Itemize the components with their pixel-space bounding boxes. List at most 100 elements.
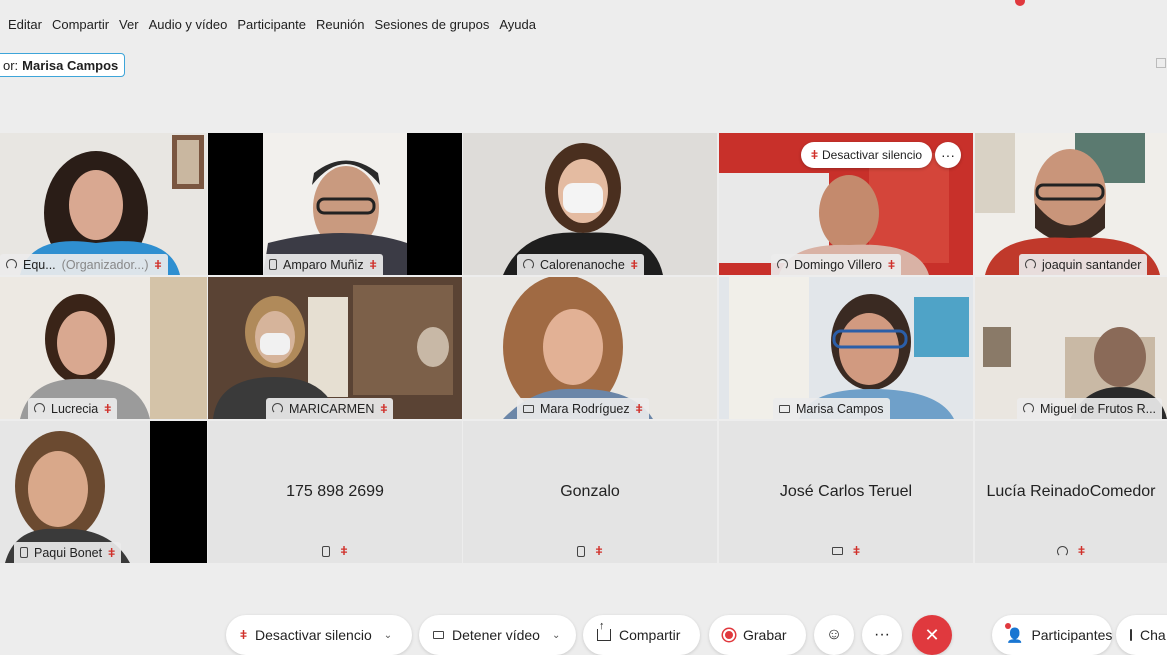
video-tile[interactable]: MARICARMEN ǂ (208, 277, 462, 419)
menu-editar[interactable]: Editar (8, 17, 42, 32)
notification-dot (1005, 623, 1011, 629)
audio-only-tile[interactable]: Lucía ReinadoComedor ǂ (975, 421, 1167, 563)
menu-audio-video[interactable]: Audio y vídeo (149, 17, 228, 32)
camera-icon (779, 404, 790, 413)
phone-icon (577, 545, 586, 557)
mic-muted-icon: ǂ (630, 257, 638, 272)
mic-muted-icon: ǂ (380, 401, 388, 416)
video-tile-active-speaker[interactable]: Marisa Campos (719, 277, 973, 419)
video-grid: Equ... (Organizador...) ǂ Amparo Muñiz ǂ (0, 133, 1167, 563)
video-tile[interactable]: ǂ Desactivar silencio ··· Domingo Viller… (719, 133, 973, 275)
participant-nametag: Calorenanoche ǂ (517, 254, 644, 275)
participant-nametag: Paqui Bonet ǂ (14, 542, 122, 563)
tile-more-button[interactable]: ··· (935, 142, 961, 168)
menu-sesiones-grupos[interactable]: Sesiones de grupos (374, 17, 489, 32)
participant-role: (Organizador...) (61, 257, 149, 272)
participant-nametag: Lucrecia ǂ (28, 398, 118, 419)
video-tile[interactable]: Mara Rodríguez ǂ (463, 277, 717, 419)
leave-meeting-button[interactable]: ✕ (912, 615, 952, 655)
tile-status-icons: ǂ (831, 544, 860, 558)
record-icon (723, 629, 735, 641)
speaker-name: Marisa Campos (22, 57, 119, 73)
participant-name: Lucrecia (51, 401, 99, 416)
video-tile[interactable]: Paqui Bonet ǂ (0, 421, 207, 563)
participant-nametag: joaquin santander (1019, 254, 1148, 275)
headset-icon (272, 403, 283, 414)
phone-icon (20, 547, 28, 558)
participant-name: Equ... (23, 257, 56, 272)
audio-only-tile[interactable]: 175 898 2699 ǂ (208, 421, 462, 563)
participant-name: MARICARMEN (289, 401, 375, 416)
chevron-down-icon[interactable]: ⌄ (384, 630, 392, 641)
mic-muted-icon: ǂ (240, 628, 248, 642)
participant-name: Marisa Campos (796, 401, 884, 416)
camera-icon (831, 547, 843, 555)
headset-icon (1023, 403, 1034, 414)
menu-ver[interactable]: Ver (119, 17, 139, 32)
participant-nametag: Amparo Muñiz ǂ (263, 254, 383, 275)
menu-ayuda[interactable]: Ayuda (499, 17, 536, 32)
headset-icon (1025, 259, 1036, 270)
tile-status-icons: ǂ (577, 544, 603, 558)
participant-nametag: MARICARMEN ǂ (266, 398, 394, 419)
chat-label: Cha (1140, 627, 1166, 643)
mic-muted-icon: ǂ (852, 544, 860, 558)
audio-only-tile[interactable]: Gonzalo ǂ (463, 421, 717, 563)
layout-icon[interactable] (1156, 58, 1166, 68)
close-icon: ✕ (924, 624, 940, 645)
share-button[interactable]: Compartir (583, 615, 700, 655)
video-tile[interactable]: Equ... (Organizador...) ǂ (0, 133, 207, 275)
mic-muted-icon: ǂ (888, 257, 896, 272)
participant-name: Mara Rodríguez (540, 401, 630, 416)
tile-status-icons: ǂ (1056, 544, 1085, 558)
participant-nametag: Mara Rodríguez ǂ (517, 398, 649, 419)
video-tile[interactable]: Amparo Muñiz ǂ (208, 133, 462, 275)
menu-bar: Editar Compartir Ver Audio y vídeo Parti… (0, 12, 538, 36)
menu-compartir[interactable]: Compartir (52, 17, 109, 32)
chat-button[interactable]: Cha (1116, 615, 1167, 655)
record-button[interactable]: Grabar (709, 615, 806, 655)
record-label: Grabar (743, 627, 787, 643)
mic-muted-icon: ǂ (154, 257, 162, 272)
participant-name: Amparo Muñiz (283, 257, 364, 272)
headset-icon (1056, 545, 1068, 557)
chat-icon (1130, 629, 1132, 641)
video-tile[interactable]: joaquin santander (975, 133, 1167, 275)
mic-muted-icon: ǂ (104, 401, 112, 416)
participants-label: Participantes (1031, 627, 1113, 643)
menu-participante[interactable]: Participante (237, 17, 306, 32)
more-icon: ··· (941, 147, 955, 163)
chevron-down-icon[interactable]: ⌄ (552, 630, 560, 641)
mic-muted-icon: ǂ (369, 257, 377, 272)
phone-icon (322, 545, 331, 557)
mic-muted-icon: ǂ (1077, 544, 1085, 558)
mic-muted-icon: ǂ (635, 401, 643, 416)
video-tile[interactable]: Miguel de Frutos R... (975, 277, 1167, 419)
reactions-button[interactable]: ☺ (814, 615, 854, 655)
headset-icon (523, 259, 534, 270)
participant-name: Lucía ReinadoComedor (986, 483, 1156, 500)
participant-nametag: Miguel de Frutos R... (1017, 398, 1163, 419)
unmute-button[interactable]: ǂ Desactivar silencio ⌄ (226, 615, 412, 655)
mic-muted-icon: ǂ (340, 544, 348, 558)
active-speaker-label[interactable]: or: Marisa Campos (0, 53, 126, 77)
participant-nametag: Domingo Villero ǂ (771, 254, 902, 275)
participant-name: Gonzalo (560, 483, 620, 500)
more-options-button[interactable]: ··· (862, 615, 902, 655)
stop-video-button[interactable]: Detener vídeo ⌄ (419, 615, 576, 655)
participants-button[interactable]: 👤 Participantes (992, 615, 1112, 655)
menu-reunion[interactable]: Reunión (316, 17, 364, 32)
video-tile[interactable]: Calorenanoche ǂ (463, 133, 717, 275)
participant-nametag: Marisa Campos (773, 398, 890, 419)
unmute-request-label: Desactivar silencio (822, 148, 923, 162)
video-tile[interactable]: Lucrecia ǂ (0, 277, 207, 419)
audio-only-tile[interactable]: José Carlos Teruel ǂ (719, 421, 973, 563)
unmute-request-button[interactable]: ǂ Desactivar silencio (801, 142, 933, 168)
meeting-toolbar: ǂ Desactivar silencio ⌄ Detener vídeo ⌄ … (0, 615, 1167, 655)
tile-status-icons: ǂ (322, 544, 348, 558)
participant-nametag: Equ... (Organizador...) ǂ (0, 254, 168, 275)
participant-name: Paqui Bonet (34, 545, 103, 560)
recording-indicator (1015, 0, 1025, 6)
stop-video-label: Detener vídeo (452, 627, 540, 643)
camera-icon (433, 631, 444, 639)
